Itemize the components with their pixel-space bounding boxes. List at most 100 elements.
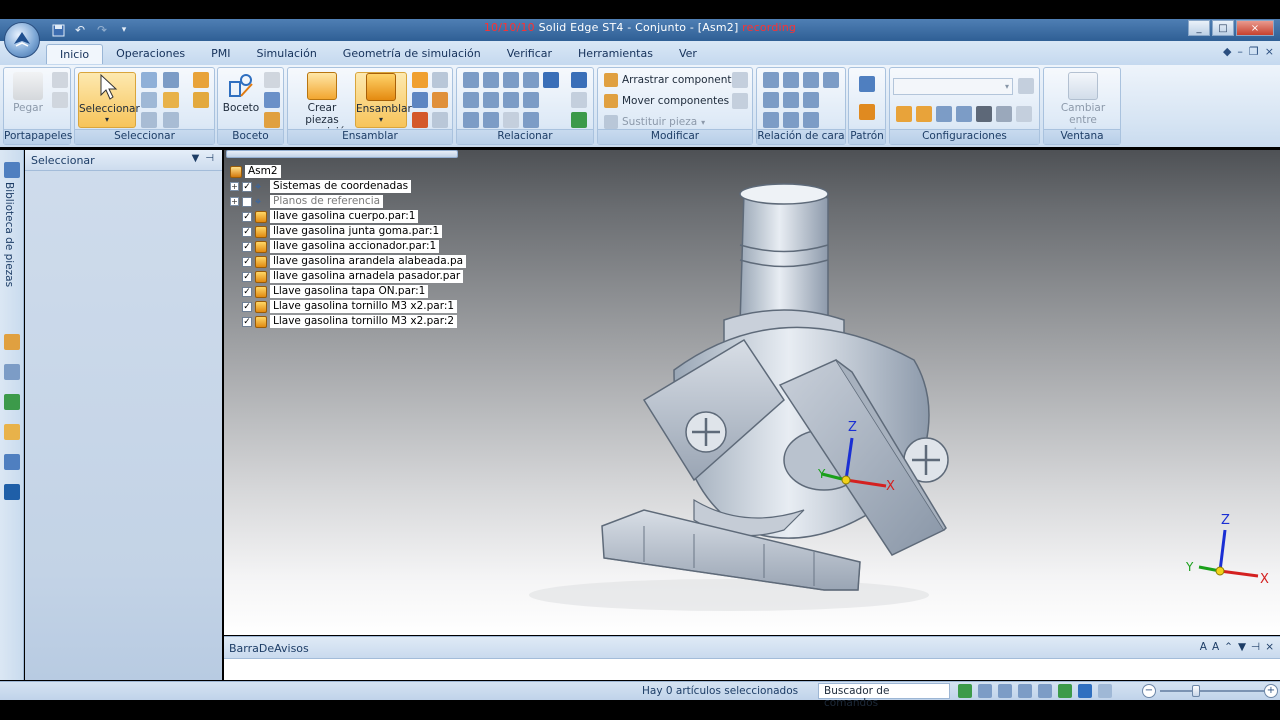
angle-icon[interactable] — [463, 92, 479, 108]
zoom-in-button[interactable]: + — [1264, 684, 1278, 698]
assemble-button[interactable]: Ensamblar ▾ — [355, 72, 412, 128]
select-button[interactable]: Seleccionar ▾ — [78, 72, 140, 128]
face-relate-6-icon[interactable] — [783, 92, 799, 108]
mirror-component-icon[interactable] — [432, 92, 448, 108]
mate-icon[interactable] — [463, 72, 479, 88]
cam-icon[interactable] — [503, 92, 519, 108]
insert-relation-icon[interactable] — [523, 72, 539, 88]
layers-tab-icon[interactable] — [4, 364, 20, 380]
pin-icon[interactable]: ⊣ — [205, 153, 214, 164]
simulation-tab-icon[interactable] — [4, 454, 20, 470]
zoom-icon[interactable] — [998, 684, 1012, 698]
mirror-icon[interactable] — [859, 104, 875, 120]
parts-library-tab[interactable]: Biblioteca de piezas — [3, 182, 15, 287]
connect-icon[interactable] — [543, 72, 559, 88]
tab-simulación[interactable]: Simulación — [243, 44, 329, 64]
zoom-out-button[interactable]: − — [1142, 684, 1156, 698]
config-save-icon[interactable] — [1018, 78, 1034, 94]
move-components-button[interactable]: Mover componentes — [604, 93, 729, 109]
tab-inicio[interactable]: Inicio — [46, 44, 104, 64]
explode-icon[interactable] — [412, 92, 428, 108]
tab-ver[interactable]: Ver — [666, 44, 710, 64]
insert-component-icon[interactable] — [412, 72, 428, 88]
path-icon[interactable] — [503, 112, 519, 128]
face-relate-7-icon[interactable] — [803, 92, 819, 108]
sketch-button[interactable]: Boceto — [220, 72, 262, 128]
assembly-select-icon[interactable] — [163, 92, 179, 108]
pattern-icon[interactable] — [859, 76, 875, 92]
face-relate-1-icon[interactable] — [763, 72, 779, 88]
settings-tab-icon[interactable] — [4, 484, 20, 500]
planar-align-icon[interactable] — [483, 72, 499, 88]
fit-icon[interactable] — [1018, 684, 1032, 698]
cut-icon[interactable] — [52, 72, 68, 88]
tab-geometría-de-simulación[interactable]: Geometría de simulación — [330, 44, 494, 64]
sketch-tool-2-icon[interactable] — [264, 92, 280, 108]
duplicate-component-icon[interactable] — [432, 112, 448, 128]
copy-icon[interactable] — [52, 92, 68, 108]
relation-option-icon[interactable] — [571, 92, 587, 108]
face-relate-2-icon[interactable] — [783, 72, 799, 88]
tab-operaciones[interactable]: Operaciones — [103, 44, 198, 64]
view-triad-origin[interactable] — [1215, 566, 1225, 576]
view-orientation-icon[interactable] — [1078, 684, 1092, 698]
part-select-icon[interactable] — [193, 92, 209, 108]
face-relate-5-icon[interactable] — [763, 92, 779, 108]
pin-icon[interactable]: ⊣ — [1251, 641, 1260, 653]
doc-minimize-icon[interactable]: – — [1237, 45, 1243, 58]
sensors-tab-icon[interactable] — [4, 394, 20, 410]
help-icon[interactable]: ◆ — [1223, 45, 1231, 58]
collapse-icon[interactable]: ⌃ — [1224, 641, 1233, 653]
triad-origin[interactable] — [841, 475, 851, 485]
config-2-icon[interactable] — [916, 106, 932, 122]
features-tab-icon[interactable] — [4, 424, 20, 440]
zoom-slider-thumb[interactable] — [1192, 685, 1200, 697]
modify-option-2-icon[interactable] — [732, 93, 748, 109]
sketch-tool-3-icon[interactable] — [264, 112, 280, 128]
face-relate-4-icon[interactable] — [823, 72, 839, 88]
display-style-icon[interactable] — [1098, 684, 1112, 698]
refresh-icon[interactable] — [958, 684, 972, 698]
rotate-icon[interactable] — [1058, 684, 1072, 698]
center-plane-icon[interactable] — [523, 112, 539, 128]
zoom-slider-track[interactable] — [1160, 690, 1264, 692]
config-3-icon[interactable] — [936, 106, 952, 122]
select-tool-icon[interactable] — [193, 72, 209, 88]
axial-align-icon[interactable] — [503, 72, 519, 88]
gear-relation-icon[interactable] — [523, 92, 539, 108]
switch-windows-button[interactable]: Cambiar entre ventanas ▾ — [1046, 72, 1120, 138]
config-1-icon[interactable] — [896, 106, 912, 122]
ground-icon[interactable] — [483, 112, 499, 128]
parallel-icon[interactable] — [463, 112, 479, 128]
pan-icon[interactable] — [1038, 684, 1052, 698]
paste-button[interactable]: Pegar — [6, 72, 50, 128]
drag-component-button[interactable]: Arrastrar componente — [604, 72, 738, 88]
configuration-dropdown[interactable]: ▾ — [893, 78, 1013, 95]
camera-icon[interactable] — [976, 106, 992, 122]
relate-icon[interactable] — [571, 72, 587, 88]
pattern-component-icon[interactable] — [412, 112, 428, 128]
create-parts-in-place-button[interactable]: Crear piezas en posición — [290, 72, 354, 138]
relation-assistant-icon[interactable] — [571, 112, 587, 128]
select-options-icon[interactable] — [141, 112, 157, 128]
sketch-tool-1-icon[interactable] — [264, 72, 280, 88]
minimize-button[interactable]: _ — [1188, 20, 1210, 36]
font-size-small-icon[interactable]: A — [1212, 641, 1219, 653]
face-relate-10-icon[interactable] — [803, 112, 819, 128]
close-button[interactable]: × — [1236, 20, 1274, 36]
doc-close-icon[interactable]: × — [1265, 45, 1274, 58]
config-7-icon[interactable] — [1016, 106, 1032, 122]
pane-menu-icon[interactable]: ▼ — [192, 153, 200, 164]
command-finder-input[interactable]: Buscador de comandos — [818, 683, 950, 709]
assembly-model[interactable]: Z X Y Z X Y — [224, 150, 1280, 635]
modify-option-1-icon[interactable] — [732, 72, 748, 88]
select-mode-icon[interactable] — [163, 112, 179, 128]
parts-library-tab-icon[interactable] — [4, 162, 20, 178]
face-relate-8-icon[interactable] — [763, 112, 779, 128]
tab-verificar[interactable]: Verificar — [494, 44, 565, 64]
tab-herramientas[interactable]: Herramientas — [565, 44, 666, 64]
pathfinder-tab-icon[interactable] — [4, 334, 20, 350]
graphics-viewport[interactable]: Asm2 + ✓ ⌖ Sistemas de coordenadas + ⌖ Planos … — [224, 150, 1280, 635]
face-relate-3-icon[interactable] — [803, 72, 819, 88]
pointer-icon[interactable] — [163, 72, 179, 88]
